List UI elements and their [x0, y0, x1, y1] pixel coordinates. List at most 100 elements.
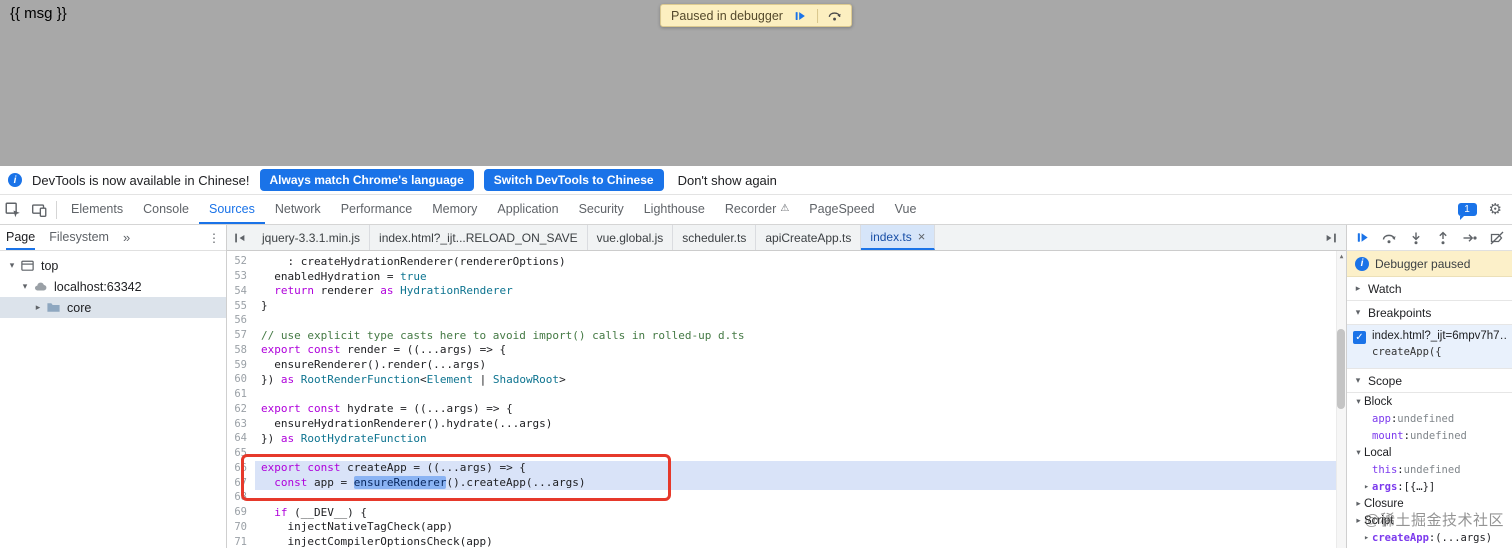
panel-tab-console[interactable]: Console [133, 195, 199, 224]
issues-counter-badge[interactable]: 1 [1457, 203, 1477, 220]
code-line-52[interactable]: 52 : createHydrationRenderer(rendererOpt… [227, 254, 1346, 269]
code-line-64[interactable]: 64}) as RootHydrateFunction [227, 431, 1346, 446]
code-line-61[interactable]: 61 [227, 387, 1346, 402]
code-line-54[interactable]: 54 return renderer as HydrationRenderer [227, 284, 1346, 299]
scope-section-header[interactable]: ▾ Scope [1347, 369, 1512, 393]
scope-var-createapp[interactable]: ▸ createApp: (...args) [1347, 529, 1512, 546]
line-number[interactable]: 60 [227, 373, 255, 385]
file-tab-scheduler-ts[interactable]: scheduler.ts [673, 225, 757, 250]
code-line-65[interactable]: 65 [227, 446, 1346, 461]
code-line-60[interactable]: 60}) as RootRenderFunction < Element | Sha… [227, 372, 1346, 387]
match-language-button[interactable]: Always match Chrome's language [259, 169, 474, 191]
dont-show-again-button[interactable]: Don't show again [678, 173, 777, 188]
toggle-device-toolbar-button[interactable] [26, 197, 52, 223]
tree-item-top[interactable]: ▾ top [0, 255, 226, 276]
panel-tab-recorder[interactable]: Recorder ⚠ [715, 195, 799, 224]
tab-page[interactable]: Page [6, 225, 36, 250]
line-number[interactable]: 67 [227, 477, 255, 489]
panel-tab-memory[interactable]: Memory [422, 195, 487, 224]
line-number[interactable]: 63 [227, 418, 255, 430]
file-tab-index-ts[interactable]: index.ts × [861, 225, 936, 250]
line-number[interactable]: 68 [227, 491, 255, 503]
file-tab-index-html-ijt-reload-on-save[interactable]: index.html?_ijt...RELOAD_ON_SAVE [370, 225, 588, 250]
line-number[interactable]: 59 [227, 359, 255, 371]
settings-gear-icon[interactable]: ⚙ [1489, 202, 1502, 217]
more-tabs-icon[interactable]: » [123, 225, 130, 250]
code-line-63[interactable]: 63 ensureHydrationRenderer().hydrate(...… [227, 416, 1346, 431]
scope-var-app[interactable]: app: undefined [1347, 410, 1512, 427]
code-line-69[interactable]: 69 if (__DEV__) { [227, 505, 1346, 520]
code-editor[interactable]: 52 : createHydrationRenderer(rendererOpt… [227, 251, 1346, 548]
tab-filesystem[interactable]: Filesystem [49, 225, 109, 250]
code-line-68[interactable]: 68 [227, 490, 1346, 505]
scrollbar-thumb[interactable] [1337, 329, 1345, 409]
code-line-70[interactable]: 70 injectNativeTagCheck(app) [227, 520, 1346, 535]
line-number[interactable]: 57 [227, 329, 255, 341]
line-number[interactable]: 64 [227, 432, 255, 444]
breakpoint-entry[interactable]: ✓ index.html?_ijt=6mpv7h7… createApp({ [1347, 325, 1512, 369]
file-tab-vue-global-js[interactable]: vue.global.js [588, 225, 674, 250]
scope-section-local[interactable]: ▾ Local [1347, 444, 1512, 461]
switch-to-chinese-button[interactable]: Switch DevTools to Chinese [483, 169, 664, 191]
deactivate-breakpoints-button[interactable] [1489, 230, 1505, 246]
panel-tab-sources[interactable]: Sources [198, 195, 265, 224]
scope-section-block[interactable]: ▾ Block [1347, 393, 1512, 410]
navigator-menu-icon[interactable]: ⋮ [208, 225, 220, 250]
step-over-button[interactable] [1381, 230, 1397, 246]
code-line-53[interactable]: 53 enabledHydration = true [227, 269, 1346, 284]
scope-var-args[interactable]: ▸ args: [{…}] [1347, 478, 1512, 495]
code-line-57[interactable]: 57 // use explicit type casts here to avo… [227, 328, 1346, 343]
step-out-button[interactable] [1435, 230, 1451, 246]
resume-script-button[interactable] [1354, 230, 1370, 246]
panel-tab-vue[interactable]: Vue [885, 195, 927, 224]
line-number[interactable]: 70 [227, 521, 255, 533]
code-line-58[interactable]: 58 export const render = ((...args) => { [227, 343, 1346, 358]
panel-tab-security[interactable]: Security [569, 195, 634, 224]
scope-var-this[interactable]: this: undefined [1347, 461, 1512, 478]
line-number[interactable]: 56 [227, 314, 255, 326]
panel-tab-network[interactable]: Network [265, 195, 331, 224]
line-number[interactable]: 52 [227, 255, 255, 267]
show-debugger-sidebar-button[interactable] [1318, 225, 1344, 250]
editor-scrollbar[interactable]: ▲ [1336, 251, 1346, 548]
line-number[interactable]: 62 [227, 403, 255, 415]
code-line-66[interactable]: 66 export const createApp = ((...args) =>… [227, 460, 1346, 476]
code-line-67[interactable]: 67 const app = ensureRenderer ().createAp… [227, 475, 1346, 490]
close-icon[interactable]: × [918, 229, 926, 244]
line-number[interactable]: 69 [227, 506, 255, 518]
panel-tab-elements[interactable]: Elements [61, 195, 133, 224]
watch-section-header[interactable]: ▸ Watch [1347, 277, 1512, 301]
code-line-56[interactable]: 56 [227, 313, 1346, 328]
banner-step-over-button[interactable] [826, 7, 844, 25]
line-number[interactable]: 55 [227, 300, 255, 312]
scope-var-mount[interactable]: mount: undefined [1347, 427, 1512, 444]
step-into-button[interactable] [1408, 230, 1424, 246]
line-number[interactable]: 71 [227, 536, 255, 548]
line-number[interactable]: 58 [227, 344, 255, 356]
banner-resume-button[interactable] [791, 7, 809, 25]
inspect-element-button[interactable] [0, 197, 26, 223]
tree-item-core[interactable]: ▸ core [0, 297, 226, 318]
scrollbar-up-icon[interactable]: ▲ [1337, 253, 1346, 260]
line-number[interactable]: 66 [227, 462, 255, 474]
code-line-62[interactable]: 62 export const hydrate = ((...args) => { [227, 402, 1346, 417]
code-line-59[interactable]: 59 ensureRenderer().render(...args) [227, 357, 1346, 372]
file-tab-jquery-3-3-1-min-js[interactable]: jquery-3.3.1.min.js [253, 225, 371, 250]
line-number[interactable]: 53 [227, 270, 255, 282]
breakpoints-section-header[interactable]: ▾ Breakpoints [1347, 301, 1512, 325]
tree-item-localhost-63342[interactable]: ▾ localhost:63342 [0, 276, 226, 297]
panel-tab-lighthouse[interactable]: Lighthouse [634, 195, 715, 224]
hide-navigator-button[interactable] [227, 225, 253, 250]
breakpoint-checkbox[interactable]: ✓ [1353, 331, 1366, 344]
line-number[interactable]: 54 [227, 285, 255, 297]
panel-tab-performance[interactable]: Performance [331, 195, 423, 224]
line-number[interactable]: 65 [227, 447, 255, 459]
step-button[interactable] [1462, 230, 1478, 246]
panel-tab-application[interactable]: Application [487, 195, 568, 224]
paused-token-highlight: ensureRenderer [353, 476, 447, 490]
panel-tab-pagespeed[interactable]: PageSpeed [799, 195, 884, 224]
code-line-55[interactable]: 55} [227, 298, 1346, 313]
file-tab-apicreateapp-ts[interactable]: apiCreateApp.ts [756, 225, 862, 250]
line-number[interactable]: 61 [227, 388, 255, 400]
code-line-71[interactable]: 71 injectCompilerOptionsCheck(app) [227, 534, 1346, 548]
